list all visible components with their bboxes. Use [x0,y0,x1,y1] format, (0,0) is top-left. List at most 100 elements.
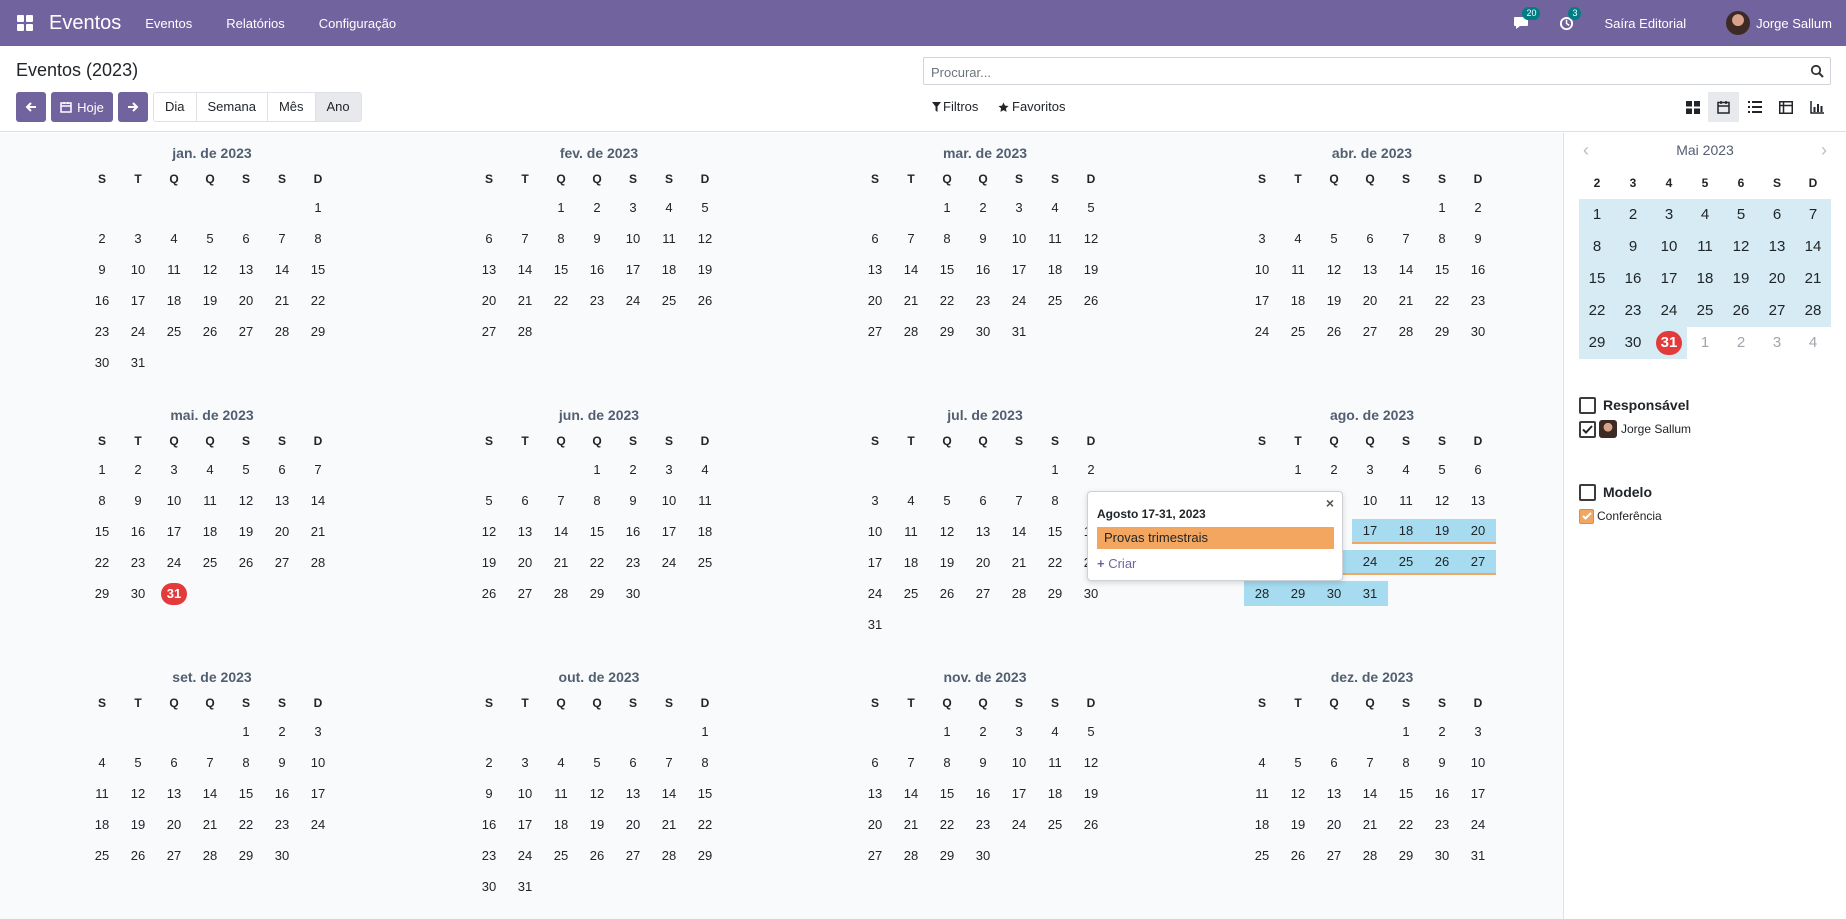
day-cell[interactable]: 26 [1073,812,1109,837]
day-cell[interactable]: 1 [929,195,965,220]
modelo-all-checkbox[interactable] [1579,483,1596,501]
day-cell[interactable]: 18 [1244,812,1280,837]
day-cell[interactable]: 12 [120,781,156,806]
modelo-conferencia-checkbox[interactable] [1579,508,1594,524]
day-cell[interactable]: 15 [579,519,615,544]
day-cell[interactable]: 28 [893,319,929,344]
day-cell[interactable]: 2 [965,195,1001,220]
mini-day-cell[interactable]: 7 [1795,199,1831,231]
day-cell[interactable]: 3 [615,195,651,220]
day-cell[interactable]: 17 [651,519,687,544]
day-cell[interactable]: 18 [1037,781,1073,806]
day-cell[interactable]: 2 [1460,195,1496,220]
day-cell[interactable]: 22 [543,288,579,313]
day-cell[interactable]: 15 [84,519,120,544]
day-cell[interactable]: 11 [156,257,192,282]
day-cell[interactable]: 10 [1460,750,1496,775]
day-cell[interactable]: 28 [264,319,300,344]
day-cell[interactable]: 15 [228,781,264,806]
day-cell[interactable]: 6 [228,226,264,251]
close-icon[interactable]: × [1326,495,1334,511]
day-cell[interactable]: 23 [965,288,1001,313]
day-cell[interactable]: 10 [120,257,156,282]
day-cell[interactable]: 29 [579,581,615,606]
mini-day-cell[interactable]: 6 [1759,199,1795,231]
day-cell[interactable]: 19 [1073,257,1109,282]
day-cell[interactable]: 17 [1460,781,1496,806]
day-cell[interactable]: 29 [1424,319,1460,344]
mini-day-cell[interactable]: 23 [1615,295,1651,327]
day-cell[interactable]: 6 [156,750,192,775]
day-cell[interactable]: 1 [228,719,264,744]
mini-day-cell[interactable]: 18 [1687,263,1723,295]
day-cell[interactable]: 29 [929,843,965,868]
search-icon[interactable] [1810,64,1824,78]
day-cell[interactable]: 6 [471,226,507,251]
day-cell[interactable]: 7 [1352,750,1388,775]
today-button[interactable]: Hoje [51,92,113,122]
day-cell[interactable]: 4 [156,226,192,251]
day-cell[interactable]: 17 [615,257,651,282]
day-cell[interactable]: 24 [1244,319,1280,344]
day-cell[interactable]: 27 [156,843,192,868]
day-cell[interactable]: 24 [615,288,651,313]
day-cell[interactable]: 31 [1460,843,1496,868]
day-cell[interactable]: 21 [192,812,228,837]
day-cell[interactable]: 6 [1316,750,1352,775]
mini-day-cell[interactable]: 1 [1579,199,1615,231]
day-cell[interactable]: 4 [1037,719,1073,744]
day-cell[interactable]: 27 [965,581,1001,606]
day-cell[interactable]: 5 [1316,226,1352,251]
mini-day-cell[interactable]: 2 [1723,327,1759,359]
day-cell[interactable]: 4 [651,195,687,220]
day-cell[interactable]: 9 [615,488,651,513]
day-cell[interactable]: 3 [1001,195,1037,220]
day-cell[interactable]: 6 [507,488,543,513]
day-cell[interactable]: 5 [1073,719,1109,744]
day-cell[interactable]: 16 [579,257,615,282]
day-cell[interactable]: 26 [1280,843,1316,868]
day-cell[interactable]: 21 [264,288,300,313]
day-cell[interactable]: 13 [1352,257,1388,282]
day-cell[interactable]: 4 [543,750,579,775]
day-cell[interactable]: 11 [893,519,929,544]
day-cell[interactable]: 3 [1244,226,1280,251]
day-cell[interactable]: 17 [857,550,893,575]
scale-day[interactable]: Dia [154,93,197,121]
day-cell[interactable]: 3 [857,488,893,513]
day-cell[interactable]: 20 [507,550,543,575]
mini-day-cell[interactable]: 5 [1723,199,1759,231]
responsavel-all-checkbox[interactable] [1579,396,1596,414]
day-cell[interactable]: 3 [1460,719,1496,744]
mini-day-cell[interactable]: 9 [1615,231,1651,263]
day-cell[interactable]: 29 [1037,581,1073,606]
day-cell[interactable]: 2 [120,457,156,482]
messages-button[interactable]: 20 [1513,7,1541,30]
day-cell[interactable]: 1 [1424,195,1460,220]
day-cell[interactable]: 14 [543,519,579,544]
day-cell[interactable]: 15 [543,257,579,282]
day-cell[interactable]: 10 [1001,750,1037,775]
mini-day-cell[interactable]: 10 [1651,231,1687,263]
day-cell[interactable]: 30 [1316,581,1352,606]
app-brand[interactable]: Eventos [49,12,121,35]
mini-day-cell[interactable]: 4 [1795,327,1831,359]
day-cell[interactable]: 18 [192,519,228,544]
day-cell[interactable]: 1 [1037,457,1073,482]
day-cell[interactable]: 20 [857,812,893,837]
day-cell[interactable]: 29 [687,843,723,868]
mini-day-cell[interactable]: 27 [1759,295,1795,327]
favorites-button[interactable]: Favoritos [998,94,1065,120]
mini-day-cell[interactable]: 3 [1651,199,1687,231]
day-cell[interactable]: 1 [543,195,579,220]
day-cell[interactable]: 25 [1037,812,1073,837]
day-cell[interactable]: 19 [471,550,507,575]
day-cell[interactable]: 23 [471,843,507,868]
day-cell[interactable]: 10 [300,750,336,775]
day-cell[interactable]: 25 [192,550,228,575]
day-cell[interactable]: 5 [228,457,264,482]
day-cell[interactable]: 10 [857,519,893,544]
day-cell[interactable]: 29 [300,319,336,344]
apps-menu-icon[interactable] [17,15,33,31]
day-cell[interactable]: 9 [84,257,120,282]
